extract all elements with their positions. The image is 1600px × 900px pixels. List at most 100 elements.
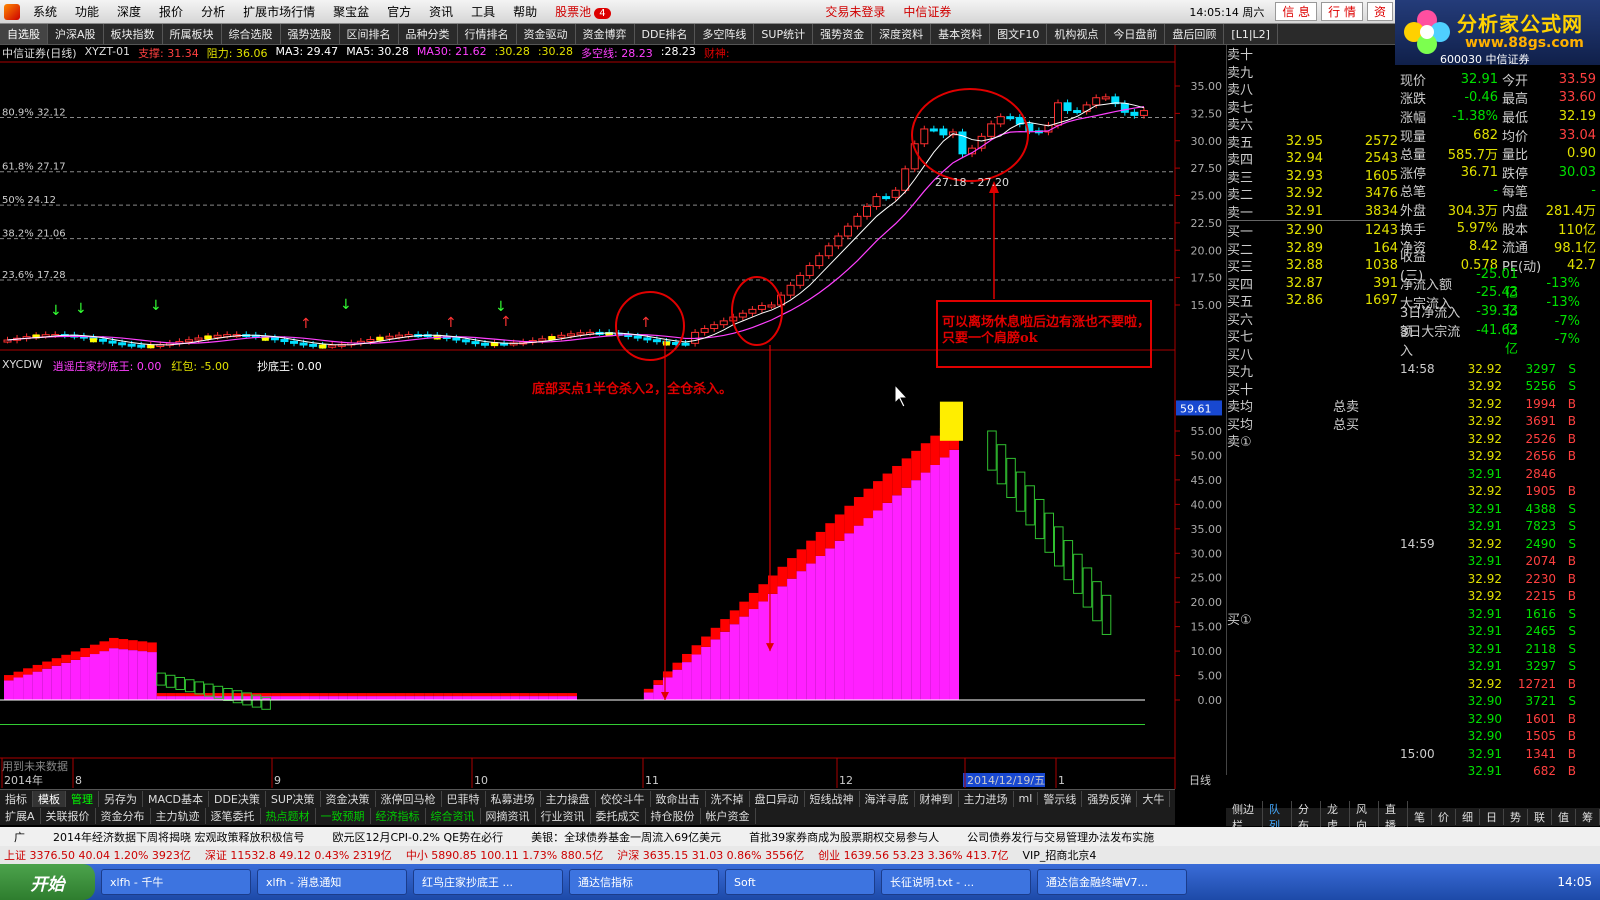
index-status-3[interactable]: 沪深 3635.15 31.03 0.86% 3556亿 [613, 847, 808, 863]
tick-row[interactable]: 14:58 32.92 3297 S [1400, 360, 1600, 378]
news-item-1[interactable]: 2014年经济数据下周将揭晓 宏观政策释放积极信号 [39, 829, 319, 845]
news-item-5[interactable]: 公司债券发行与交易管理办法发布实施 [953, 829, 1168, 845]
tick-row[interactable]: 32.92 1994 B [1400, 395, 1600, 413]
info-tab-8[interactable]: 综合资讯 [426, 808, 481, 824]
info-tab-9[interactable]: 网摘资讯 [481, 808, 536, 824]
indicator-tab-10[interactable]: 私募进场 [486, 790, 541, 807]
tick-row[interactable]: 32.92 1905 B [1400, 483, 1600, 501]
tab-20[interactable]: 盘后回顾 [1165, 24, 1225, 44]
tab-5[interactable]: 强势选股 [281, 24, 340, 44]
indicator-tab-4[interactable]: MACD基本 [143, 790, 209, 807]
task-0[interactable]: xlfh - 千牛 [101, 869, 251, 895]
tick-row[interactable]: 32.91 3297 S [1400, 658, 1600, 676]
menu-right-btn-0[interactable]: 信 息 [1275, 2, 1318, 21]
tab-2[interactable]: 板块指数 [104, 24, 163, 44]
tab-12[interactable]: 多空阵线 [695, 24, 755, 44]
indicator-tab-23[interactable]: 大牛 [1137, 790, 1171, 807]
index-status-1[interactable]: 深证 11532.8 49.12 0.43% 2319亿 [201, 847, 396, 863]
indicator-tab-13[interactable]: 致命出击 [651, 790, 706, 807]
tick-row[interactable]: 32.91 2074 B [1400, 553, 1600, 571]
task-6[interactable]: 通达信金融终端V7... [1037, 869, 1187, 895]
indicator-tab-18[interactable]: 财神到 [915, 790, 959, 807]
right-tab-7[interactable]: 价 [1432, 809, 1456, 825]
tick-row[interactable]: 32.92 12721 B [1400, 675, 1600, 693]
tab-21[interactable]: [L1|L2] [1224, 24, 1278, 44]
indicator-tab-2[interactable]: 管理 [66, 790, 99, 807]
info-tab-2[interactable]: 资金分布 [96, 808, 151, 824]
menu-right-btn-1[interactable]: 行 情 [1321, 2, 1363, 21]
menu-item-4[interactable]: 分析 [192, 5, 234, 19]
indicator-tab-9[interactable]: 巴菲特 [442, 790, 486, 807]
tick-row[interactable]: 32.92 2656 B [1400, 448, 1600, 466]
info-tab-3[interactable]: 主力轨迹 [151, 808, 206, 824]
tab-13[interactable]: SUP统计 [754, 24, 814, 44]
tick-row[interactable]: 32.92 3691 B [1400, 413, 1600, 431]
indicator-tab-6[interactable]: SUP决策 [266, 790, 321, 807]
menu-item-9[interactable]: 工具 [462, 5, 504, 19]
info-tab-5[interactable]: 热点题材 [261, 808, 316, 824]
indicator-tab-19[interactable]: 主力进场 [959, 790, 1014, 807]
tab-11[interactable]: DDE排名 [635, 24, 696, 44]
tab-8[interactable]: 行情排名 [458, 24, 517, 44]
tick-list[interactable]: 14:58 32.92 3297 S 32.92 5256 S 32.92 1994 B 32.92… [1400, 360, 1600, 780]
tab-3[interactable]: 所属板块 [163, 24, 222, 44]
tick-row[interactable]: 32.91 7823 S [1400, 518, 1600, 536]
info-tab-6[interactable]: 一致预期 [316, 808, 371, 824]
right-tab-11[interactable]: 联 [1528, 809, 1552, 825]
tick-row[interactable]: 32.91 2465 S [1400, 623, 1600, 641]
menu-item-0[interactable]: 系统 [24, 5, 66, 19]
menu-item-2[interactable]: 深度 [108, 5, 150, 19]
tab-19[interactable]: 今日盘前 [1106, 24, 1166, 44]
kline-chart[interactable]: 80.9% 32.12 61.8% 27.17 50% 24.12 38.2% 21.… [0, 45, 1226, 789]
info-tab-1[interactable]: 关联报价 [41, 808, 96, 824]
info-tab-7[interactable]: 经济指标 [371, 808, 426, 824]
info-tab-0[interactable]: 扩展A [0, 808, 41, 824]
info-tab-12[interactable]: 持仓股份 [646, 808, 701, 824]
tick-row[interactable]: 32.90 1505 B [1400, 728, 1600, 746]
info-tab-13[interactable]: 帐户资金 [701, 808, 756, 824]
info-tab-11[interactable]: 委托成交 [591, 808, 646, 824]
menu-item-6[interactable]: 聚宝盆 [324, 5, 378, 19]
indicator-tab-0[interactable]: 指标 [0, 790, 33, 807]
tab-1[interactable]: 沪深A股 [48, 24, 104, 44]
indicator-tab-15[interactable]: 盘口异动 [750, 790, 805, 807]
news-item-4[interactable]: 首批39家券商成为股票期权交易参与人 [735, 829, 953, 845]
tick-row[interactable]: 32.91 2118 S [1400, 640, 1600, 658]
tick-row[interactable]: 32.90 1601 B [1400, 710, 1600, 728]
indicator-tab-5[interactable]: DDE决策 [209, 790, 266, 807]
tab-9[interactable]: 资金驱动 [517, 24, 576, 44]
tick-row[interactable]: 14:59 32.92 2490 S [1400, 535, 1600, 553]
indicator-tab-12[interactable]: 佼佼斗牛 [596, 790, 651, 807]
tick-row[interactable]: 32.92 2526 B [1400, 430, 1600, 448]
tab-7[interactable]: 品种分类 [399, 24, 458, 44]
tab-18[interactable]: 机构视点 [1047, 24, 1107, 44]
index-status-2[interactable]: 中小 5890.85 100.11 1.73% 880.5亿 [402, 847, 607, 863]
tab-15[interactable]: 深度资料 [872, 24, 932, 44]
info-tab-4[interactable]: 逐笔委托 [206, 808, 261, 824]
indicator-tab-11[interactable]: 主力操盘 [541, 790, 596, 807]
news-item-2[interactable]: 欧元区12月CPI-0.2% QE势在必行 [319, 829, 518, 845]
tab-16[interactable]: 基本资料 [931, 24, 991, 44]
index-status-4[interactable]: 创业 1639.56 53.23 3.36% 413.7亿 [814, 847, 1012, 863]
right-tab-8[interactable]: 细 [1456, 809, 1480, 825]
menu-item-5[interactable]: 扩展市场行情 [234, 5, 324, 19]
task-4[interactable]: Soft [725, 869, 875, 895]
menu-item-8[interactable]: 资讯 [420, 5, 462, 19]
start-button[interactable]: 开始 [0, 864, 95, 900]
tick-row[interactable]: 32.90 3721 S [1400, 693, 1600, 711]
tab-0[interactable]: 自选股 [0, 24, 48, 44]
menu-item-1[interactable]: 功能 [66, 5, 108, 19]
right-tab-10[interactable]: 势 [1504, 809, 1528, 825]
news-item-0[interactable]: 广 [0, 829, 39, 845]
tab-4[interactable]: 综合选股 [222, 24, 281, 44]
task-2[interactable]: 红鸟庄家抄底王 ... [413, 869, 563, 895]
task-3[interactable]: 通达信指标 [569, 869, 719, 895]
indicator-tab-22[interactable]: 强势反弹 [1082, 790, 1138, 807]
right-tab-12[interactable]: 值 [1552, 809, 1576, 825]
task-5[interactable]: 长征说明.txt - ... [881, 869, 1031, 895]
right-tab-13[interactable]: 筹 [1576, 809, 1600, 825]
login-status[interactable]: 交易未登录 [816, 3, 894, 20]
menu-item-3[interactable]: 报价 [150, 5, 192, 19]
tick-row[interactable]: 32.91 4388 S [1400, 500, 1600, 518]
indicator-tab-3[interactable]: 另存为 [99, 790, 143, 807]
